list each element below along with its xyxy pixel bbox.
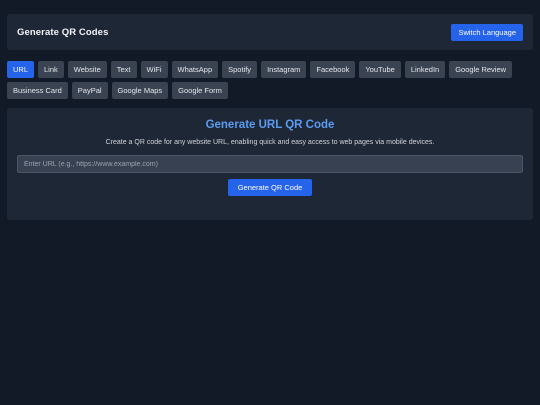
app-header: Generate QR Codes Switch Language <box>7 14 533 50</box>
url-input[interactable] <box>17 155 523 173</box>
tab-whatsapp[interactable]: WhatsApp <box>171 61 219 78</box>
app-title: Generate QR Codes <box>17 26 109 38</box>
tab-youtube[interactable]: YouTube <box>359 61 401 78</box>
tab-link[interactable]: Link <box>38 61 64 78</box>
tab-google-review[interactable]: Google Review <box>449 61 513 78</box>
generate-qr-button[interactable]: Generate QR Code <box>227 179 313 196</box>
tab-url[interactable]: URL <box>7 61 35 78</box>
tab-instagram[interactable]: Instagram <box>261 61 307 78</box>
tab-paypal[interactable]: PayPal <box>71 82 108 99</box>
panel-title: Generate URL QR Code <box>205 119 335 131</box>
qr-generator-panel: Generate URL QR Code Create a QR code fo… <box>7 108 533 220</box>
tab-text[interactable]: Text <box>110 61 137 78</box>
switch-language-button[interactable]: Switch Language <box>451 23 523 41</box>
tab-google-form[interactable]: Google Form <box>172 82 228 99</box>
tab-facebook[interactable]: Facebook <box>310 61 356 78</box>
tab-linkedin[interactable]: LinkedIn <box>404 61 446 78</box>
tab-business-card[interactable]: Business Card <box>7 82 68 99</box>
tab-wifi[interactable]: WiFi <box>140 61 168 78</box>
panel-description: Create a QR code for any website URL, en… <box>105 139 435 146</box>
tab-website[interactable]: Website <box>67 61 107 78</box>
tab-spotify[interactable]: Spotify <box>222 61 258 78</box>
qr-type-tabs: URL Link Website Text WiFi WhatsApp Spot… <box>7 61 535 99</box>
tab-google-maps[interactable]: Google Maps <box>111 82 169 99</box>
